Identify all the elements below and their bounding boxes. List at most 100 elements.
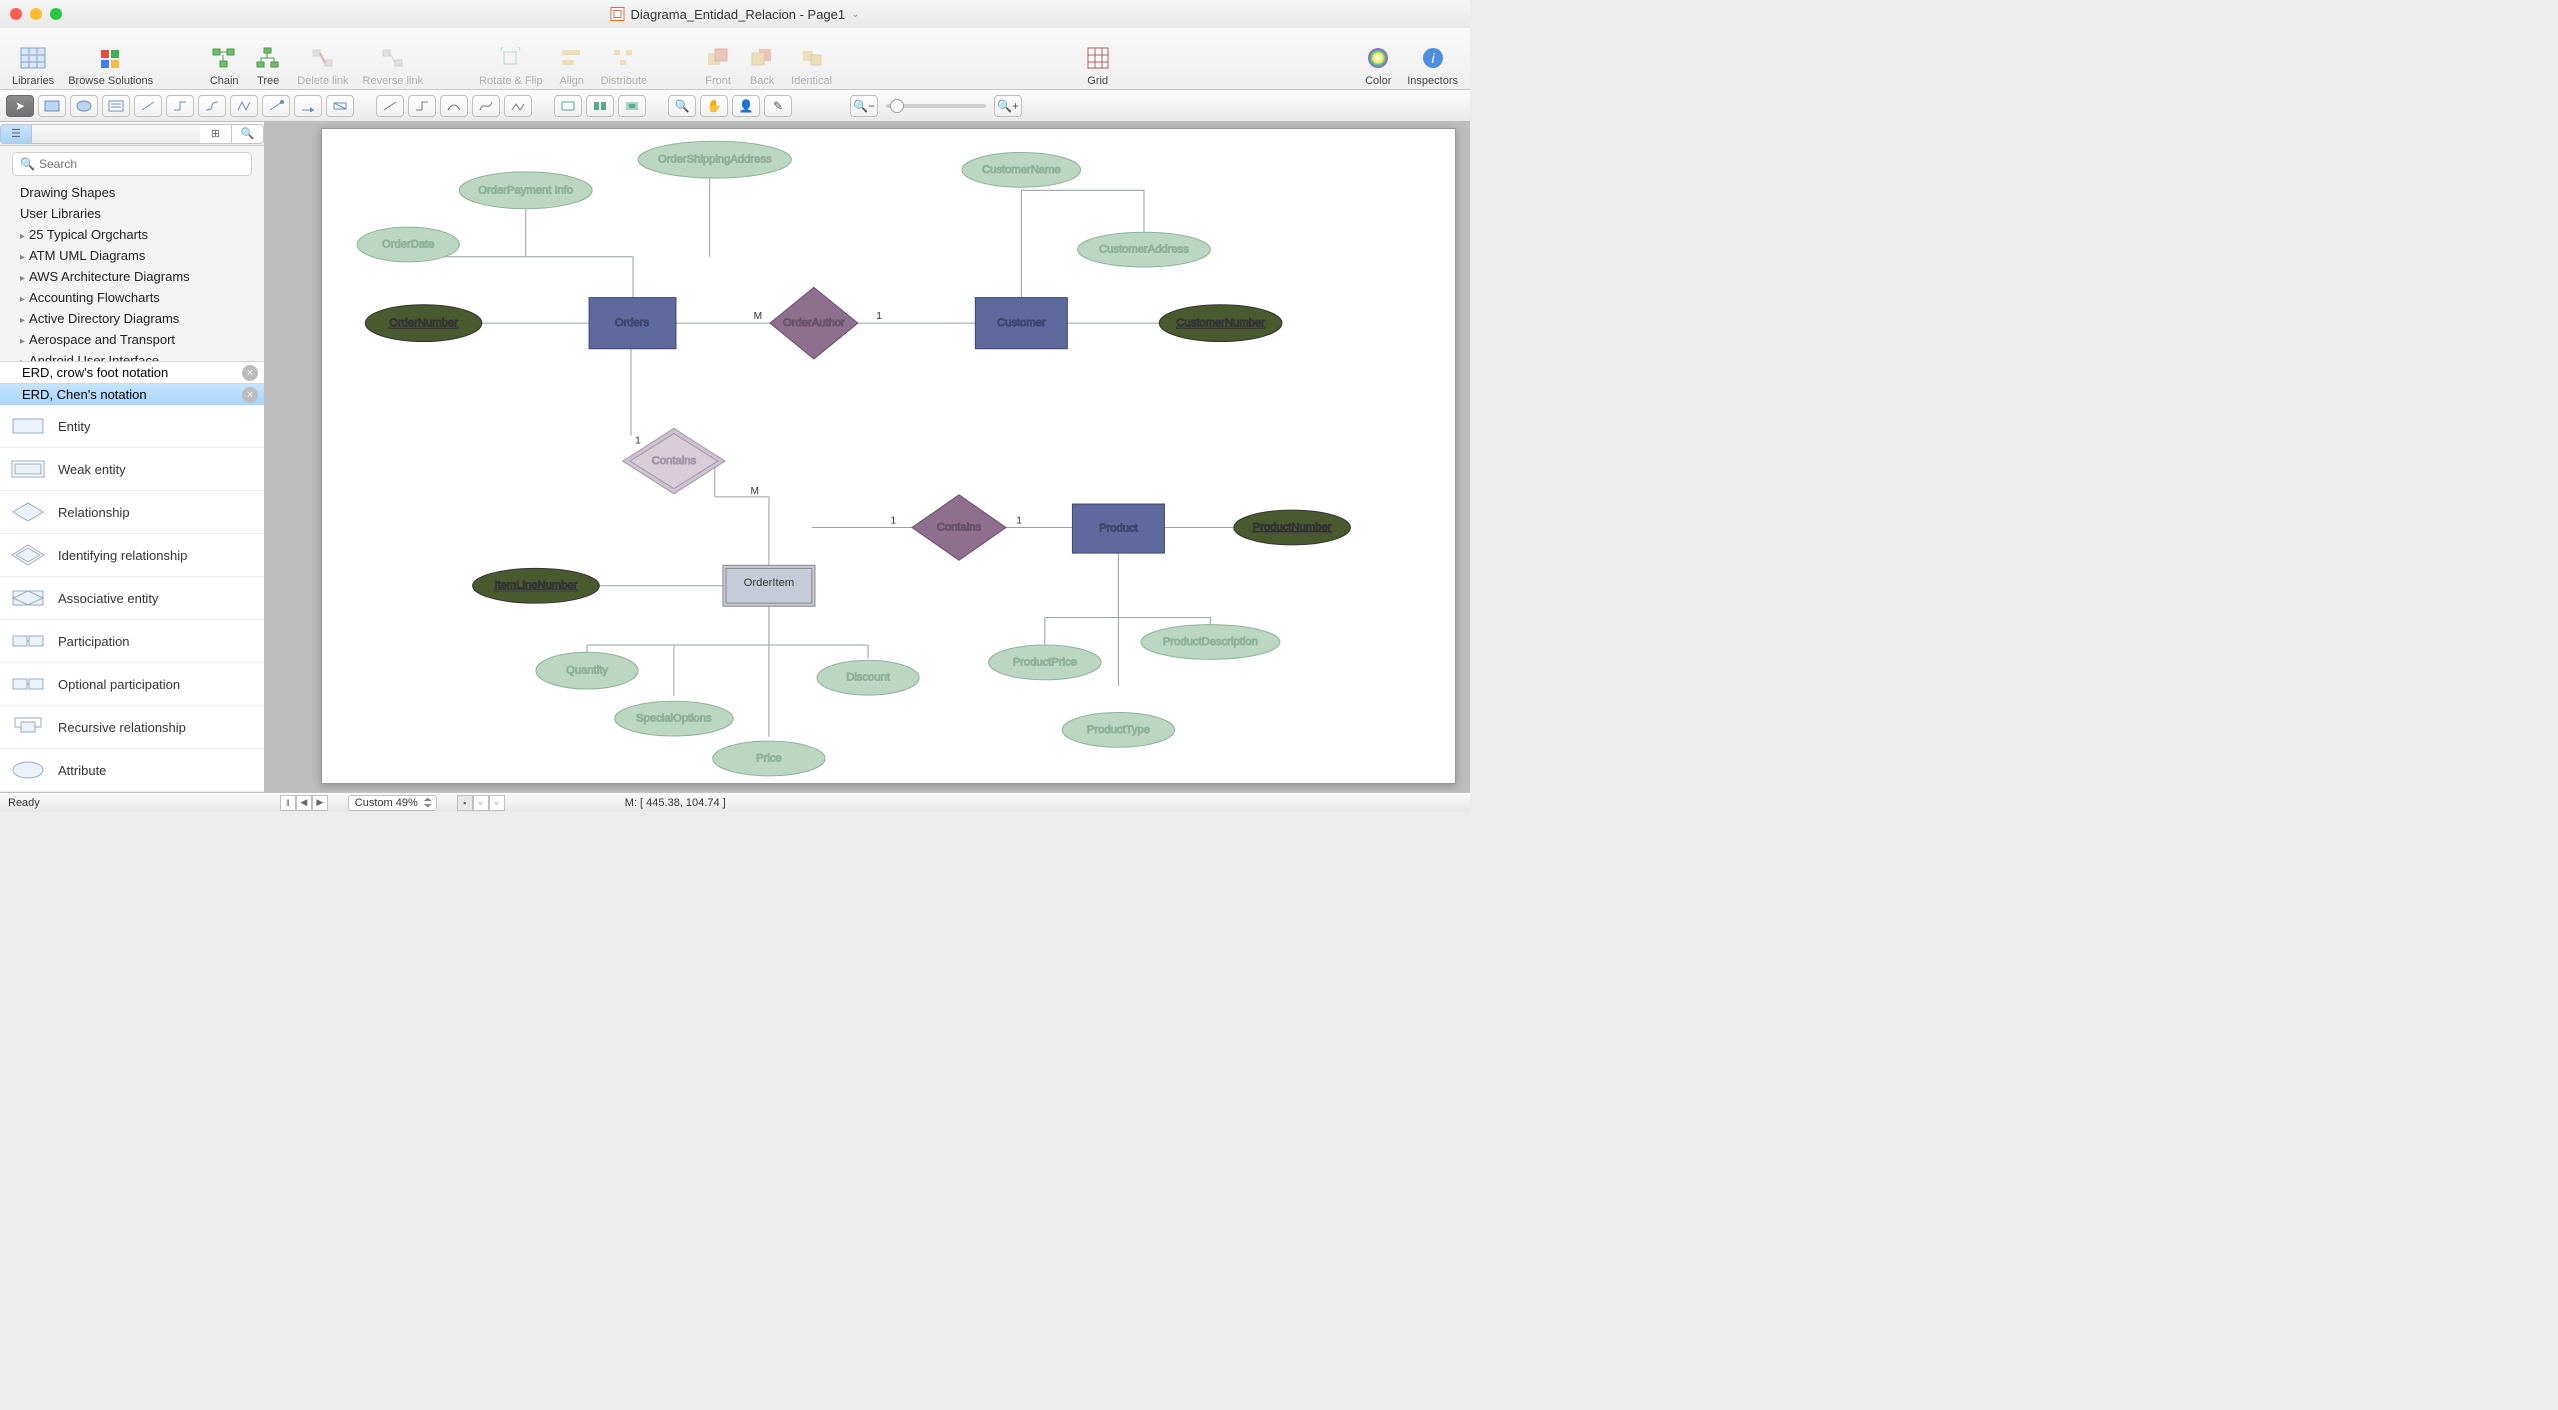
snap-tool-1[interactable] [554,95,582,117]
line-tool-4[interactable] [472,95,500,117]
pencil-tool[interactable]: ✎ [764,95,792,117]
rect-tool[interactable] [38,95,66,117]
minimize-window-icon[interactable] [30,8,42,20]
inspectors-button[interactable]: i Inspectors [1401,43,1464,87]
attr-customername[interactable]: CustomerName [962,153,1081,188]
line-tool-5[interactable] [504,95,532,117]
library-tab-chen[interactable]: ERD, Chen's notation× [0,383,264,405]
connector-4[interactable] [230,95,258,117]
keyattr-itemlinenumber[interactable]: ItemLineNumber [473,568,600,603]
zoom-in-button[interactable]: 🔍+ [994,95,1022,117]
relationship-orderauthor[interactable]: OrderAuthor [770,287,858,359]
panel-view-tree[interactable]: ☰ [0,124,32,144]
tree-item[interactable]: Active Directory Diagrams [0,308,264,329]
attr-productprice[interactable]: ProductPrice [989,645,1101,680]
attr-discount[interactable]: Discount [817,660,919,695]
svg-text:Quantity: Quantity [566,665,608,677]
svg-text:Customer: Customer [997,317,1046,329]
attr-quantity[interactable]: Quantity [536,652,638,689]
close-icon[interactable]: × [242,387,258,403]
keyattr-ordernumber[interactable]: OrderNumber [365,305,481,342]
keyattr-productnumber[interactable]: ProductNumber [1234,510,1350,545]
tree-item[interactable]: 25 Typical Orgcharts [0,224,264,245]
shape-weak-entity[interactable]: Weak entity [0,448,264,491]
libraries-tree[interactable]: Drawing Shapes User Libraries 25 Typical… [0,182,264,361]
browse-solutions-button[interactable]: Browse Solutions [62,43,159,87]
connector-6[interactable] [294,95,322,117]
tree-item[interactable]: Android User Interface [0,350,264,361]
attr-orderdate[interactable]: OrderDate [357,227,459,262]
connector-5[interactable] [262,95,290,117]
panel-view-grid[interactable]: ⊞ [200,124,232,144]
tree-item[interactable]: Accounting Flowcharts [0,287,264,308]
shape-recursive-relationship[interactable]: Recursive relationship [0,706,264,749]
svg-text:Orders: Orders [615,317,650,329]
drawing-canvas[interactable]: M 1 1 M 1 1 [321,128,1456,784]
attr-price[interactable]: Price [713,741,825,776]
entity-product[interactable]: Product [1072,504,1164,553]
tree-item[interactable]: Aerospace and Transport [0,329,264,350]
shape-attribute[interactable]: Attribute [0,749,264,792]
zoom-tool[interactable]: 🔍 [668,95,696,117]
page-nav[interactable]: ‖◀▶ [280,795,328,811]
snap-tool-2[interactable] [586,95,614,117]
line-tool-3[interactable] [440,95,468,117]
document-title[interactable]: Diagrama_Entidad_Relacion - Page1 ⌄ [610,7,859,22]
line-tool-2[interactable] [408,95,436,117]
zoom-slider[interactable] [886,104,986,108]
tree-item[interactable]: ATM UML Diagrams [0,245,264,266]
tree-item[interactable]: Drawing Shapes [0,182,264,203]
attr-specialoptions[interactable]: SpecialOptions [615,701,734,736]
chevron-down-icon: ⌄ [851,9,859,20]
connector-7[interactable] [326,95,354,117]
shape-associative-entity[interactable]: Associative entity [0,577,264,620]
chain-button[interactable]: Chain [203,43,245,87]
relationship-contains-2[interactable]: Contains [912,495,1006,560]
page-tabs[interactable]: ▪▫▫ [457,795,505,811]
shape-optional-participation[interactable]: Optional participation [0,663,264,706]
tree-item[interactable]: AWS Architecture Diagrams [0,266,264,287]
ellipse-tool[interactable] [70,95,98,117]
tree-item[interactable]: User Libraries [0,203,264,224]
attr-productdesc[interactable]: ProductDescription [1141,625,1280,660]
pan-tool[interactable]: ✋ [700,95,728,117]
entity-orderitem[interactable]: OrderItem [723,565,815,606]
zoom-out-button[interactable]: 🔍− [850,95,878,117]
shape-relationship[interactable]: Relationship [0,491,264,534]
svg-text:OrderDate: OrderDate [382,238,434,250]
shape-participation[interactable]: Participation [0,620,264,663]
connector-3[interactable] [198,95,226,117]
text-tool[interactable] [102,95,130,117]
attr-customeraddress[interactable]: CustomerAddress [1078,232,1211,267]
snap-tool-3[interactable] [618,95,646,117]
entity-orders[interactable]: Orders [589,298,676,349]
zoom-window-icon[interactable] [50,8,62,20]
connector-1[interactable] [134,95,162,117]
profile-tool[interactable]: 👤 [732,95,760,117]
libraries-button[interactable]: Libraries [6,43,60,87]
library-tab-crow[interactable]: ERD, crow's foot notation× [0,361,264,383]
shape-entity[interactable]: Entity [0,405,264,448]
color-button[interactable]: Color [1357,43,1399,87]
attr-producttype[interactable]: ProductType [1062,712,1174,747]
keyattr-customernumber[interactable]: CustomerNumber [1159,305,1282,342]
panel-search-toggle[interactable]: 🔍 [232,124,264,144]
tree-button[interactable]: Tree [247,43,289,87]
close-icon[interactable]: × [242,365,258,381]
entity-customer[interactable]: Customer [975,298,1067,349]
shape-identifying-relationship[interactable]: Identifying relationship [0,534,264,577]
zoom-dropdown[interactable]: Custom 49% [348,795,437,811]
connector-2[interactable] [166,95,194,117]
line-tool-1[interactable] [376,95,404,117]
canvas-area[interactable]: M 1 1 M 1 1 [265,122,1470,792]
search-input[interactable] [12,152,252,176]
attr-ordershipping[interactable]: OrderShippingAddress [638,141,791,178]
close-window-icon[interactable] [10,8,22,20]
identical-button: Identical [785,43,838,87]
grid-button[interactable]: Grid [1077,43,1119,87]
attr-orderpayment[interactable]: OrderPayment Info [459,172,592,209]
search-icon: 🔍 [20,157,35,171]
pointer-tool[interactable]: ➤ [6,95,34,117]
mouse-coords: M: [ 445.38, 104.74 ] [625,797,726,809]
status-ready: Ready [8,797,40,809]
